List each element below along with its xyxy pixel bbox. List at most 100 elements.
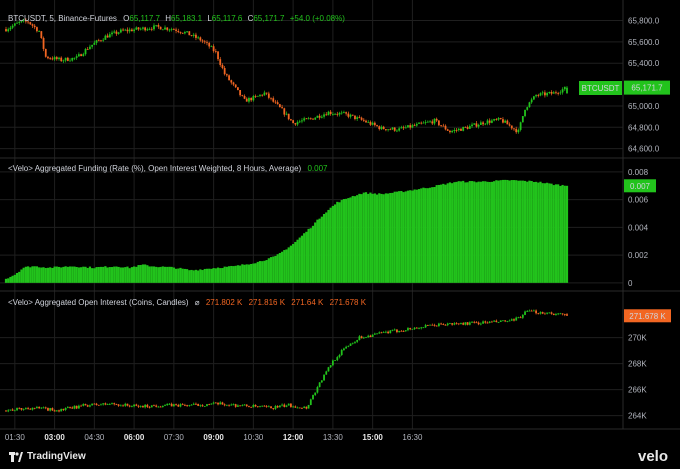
- btc-candle-body: [367, 121, 370, 123]
- btc-candle-body: [55, 57, 58, 60]
- btc-candle-body: [479, 122, 482, 125]
- funding-bar: [38, 267, 41, 283]
- funding-bar: [77, 267, 80, 283]
- oi-candle-body: [254, 404, 257, 407]
- btc-candle-body: [38, 31, 41, 32]
- funding-bar: [208, 268, 211, 283]
- symbol-label: BTCUSDT, 5, Binance-Futures: [8, 14, 117, 23]
- oi-candle-body: [270, 406, 272, 409]
- funding-bar: [252, 263, 255, 283]
- oi-candle-body: [398, 330, 401, 333]
- funding-bar: [446, 183, 449, 283]
- oi-candle-body: [267, 406, 270, 408]
- btc-candle-body: [153, 25, 155, 30]
- oi-candle-body: [153, 405, 155, 407]
- oi-candle-body: [24, 408, 27, 409]
- funding-bar: [117, 266, 120, 283]
- funding-bar: [296, 239, 299, 283]
- funding-tick-label: 0.002: [628, 251, 649, 260]
- funding-bar: [345, 198, 348, 283]
- btc-candle-body: [384, 129, 387, 131]
- funding-bar: [486, 181, 489, 283]
- btc-candle-body: [455, 129, 458, 131]
- oi-candle-body: [563, 314, 566, 316]
- funding-bar: [517, 180, 520, 283]
- oi-high: 271.816 K: [249, 298, 286, 307]
- btc-candle-body: [265, 92, 268, 94]
- oi-candle-body: [111, 403, 113, 405]
- btc-candle-body: [197, 37, 200, 39]
- btc-candle-body: [504, 120, 507, 123]
- tradingview-chart[interactable]: 65,800.0 65,600.0 65,400.0 65,000.0 64,800.0…: [0, 0, 680, 469]
- btc-candle-body: [349, 114, 352, 117]
- oi-candle-body: [62, 408, 65, 410]
- btc-candle-body: [148, 28, 151, 30]
- btc-candle-body: [139, 28, 142, 30]
- btc-candle-body: [261, 94, 264, 96]
- oi-candle-body: [369, 335, 372, 338]
- btc-candle-body: [340, 112, 343, 114]
- funding-bar: [329, 207, 332, 283]
- btc-candle-body: [420, 122, 423, 124]
- pane1-legend[interactable]: BTCUSDT, 5, Binance-Futures O65,117.7 H6…: [8, 14, 345, 23]
- funding-bar: [163, 266, 167, 283]
- btc-candle-body: [117, 32, 120, 34]
- oi-candle-body: [71, 407, 74, 409]
- oi-candle-body: [316, 387, 319, 393]
- btc-candle-body: [563, 86, 566, 90]
- oi-candle-body: [435, 325, 438, 327]
- funding-bar: [550, 183, 553, 283]
- funding-bar: [534, 181, 538, 283]
- btc-candle-body: [135, 27, 138, 30]
- funding-bar: [382, 194, 385, 283]
- oi-candle-body: [305, 406, 308, 409]
- oi-candle-body: [82, 404, 85, 406]
- pane2-legend[interactable]: <Velo> Aggregated Funding (Rate (%), Ope…: [8, 164, 328, 173]
- velo-logo: velo: [637, 448, 668, 465]
- funding-bar: [428, 187, 432, 283]
- oi-candle-body: [248, 406, 250, 407]
- oi-candle-body: [519, 317, 522, 319]
- funding-bar: [451, 183, 454, 283]
- btc-candle-body: [278, 104, 281, 108]
- oi-candle-body: [157, 406, 160, 408]
- oi-candle-body: [124, 403, 127, 406]
- oi-candle-body: [396, 329, 398, 333]
- oi-candle-body: [80, 405, 82, 407]
- funding-bar: [214, 268, 217, 283]
- oi-candle-body: [462, 323, 465, 325]
- oi-candle-body: [303, 406, 306, 408]
- btc-candle-body: [407, 125, 409, 128]
- funding-bar: [367, 193, 370, 283]
- oi-candle-body: [133, 404, 136, 407]
- funding-bar: [115, 266, 118, 283]
- funding-bar: [66, 266, 69, 283]
- funding-bar: [358, 193, 361, 283]
- oi-candle-body: [477, 322, 480, 325]
- btc-candle-body: [537, 95, 540, 96]
- funding-bar: [322, 213, 326, 283]
- btc-candle-body: [305, 118, 308, 120]
- oi-candle-body: [426, 325, 429, 326]
- funding-bar: [309, 228, 312, 283]
- funding-bar: [91, 268, 94, 283]
- funding-bar: [417, 189, 421, 283]
- funding-bar: [130, 267, 133, 283]
- oi-candle-body: [429, 324, 431, 326]
- funding-bar: [161, 266, 164, 283]
- funding-bar: [554, 184, 558, 283]
- oi-candle-body: [407, 328, 409, 331]
- tradingview-brand[interactable]: TradingView: [9, 451, 86, 462]
- time-tick-label: 16:30: [402, 433, 423, 442]
- oi-candle-body: [391, 329, 394, 331]
- oi-candle-body: [298, 407, 301, 409]
- btc-candle-body: [347, 113, 350, 117]
- oi-candle-body: [139, 406, 142, 407]
- btc-candle-body: [199, 37, 202, 41]
- funding-bar: [40, 267, 43, 283]
- btc-candle-body: [382, 126, 385, 130]
- pane3-legend[interactable]: <Velo> Aggregated Open Interest (Coins, …: [8, 298, 367, 307]
- oi-open: 271.802 K: [206, 298, 243, 307]
- btc-candle-body: [307, 118, 310, 120]
- funding-bar: [11, 275, 14, 283]
